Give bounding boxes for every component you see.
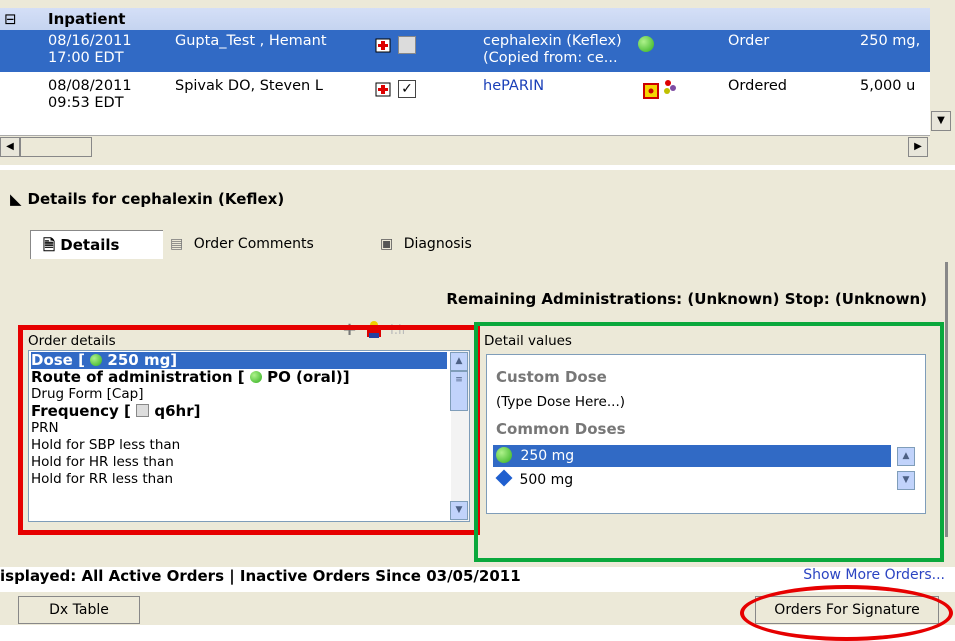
- alert-icons: [643, 78, 683, 100]
- red-highlight-ellipse: [740, 585, 953, 641]
- tab-label: Details: [60, 236, 120, 254]
- group-header-inpatient[interactable]: ⊟ Inpatient: [0, 8, 930, 30]
- medication-kit-icon: [374, 36, 394, 54]
- comments-icon: ▤: [170, 236, 184, 252]
- tab-label: Diagnosis: [403, 236, 472, 252]
- details-title: Details for cephalexin (Keflex): [27, 190, 285, 208]
- grid-vertical-scrollbar[interactable]: ▼: [930, 8, 952, 138]
- tab-label: Order Comments: [193, 236, 314, 252]
- order-row[interactable]: 08/08/2011 09:53 EDT Spivak DO, Steven L…: [0, 74, 930, 138]
- scroll-left-icon[interactable]: ◀: [0, 137, 20, 157]
- order-med: cephalexin (Keflex): [483, 33, 622, 49]
- medication-kit-icon: [374, 80, 394, 98]
- scroll-thumb[interactable]: [20, 137, 92, 157]
- orders-grid: ⊟ Inpatient 08/16/2011 17:00 EDT Gupta_T…: [0, 8, 930, 138]
- diagnosis-icon: ▣: [380, 236, 394, 252]
- order-med: hePARIN: [483, 78, 545, 94]
- details-header[interactable]: ◣ Details for cephalexin (Keflex): [10, 190, 284, 208]
- orders-grid-area: ⊟ Inpatient 08/16/2011 17:00 EDT Gupta_T…: [0, 0, 955, 165]
- details-tab-icon: 🗎: [43, 236, 56, 254]
- order-date: 08/08/2011: [48, 78, 132, 94]
- collapse-icon[interactable]: ⊟: [4, 10, 17, 28]
- checked-checkbox-icon[interactable]: ✓: [398, 80, 416, 98]
- remaining-administrations: Remaining Administrations: (Unknown) Sto…: [446, 290, 927, 308]
- order-row[interactable]: 08/16/2011 17:00 EDT Gupta_Test , Hemant…: [0, 30, 930, 72]
- dx-table-button[interactable]: Dx Table: [18, 596, 140, 624]
- details-tabs: 🗎 Details ▤ Order Comments ▣ Diagnosis: [0, 222, 955, 262]
- order-status: Ordered: [728, 78, 788, 94]
- tab-details[interactable]: 🗎 Details: [30, 230, 163, 259]
- order-date: 08/16/2011: [48, 33, 132, 49]
- tab-diagnosis[interactable]: ▣ Diagnosis: [372, 230, 520, 258]
- show-more-orders-link[interactable]: Show More Orders...: [803, 567, 945, 583]
- order-status: Order: [728, 33, 770, 49]
- order-patient: Spivak DO, Steven L: [175, 78, 323, 94]
- order-dose: 250 mg,: [860, 33, 921, 49]
- displayed-status: isplayed: All Active Orders | Inactive O…: [0, 567, 521, 585]
- green-highlight-box: [474, 322, 944, 562]
- checkbox[interactable]: [398, 36, 416, 54]
- grid-horizontal-scrollbar[interactable]: ◀ ▶: [0, 135, 930, 158]
- order-time: 17:00 EDT: [48, 50, 124, 66]
- group-label: Inpatient: [48, 10, 126, 28]
- scroll-down-icon[interactable]: ▼: [931, 111, 951, 131]
- order-patient: Gupta_Test , Hemant: [175, 33, 327, 49]
- green-dot-icon: [638, 36, 654, 52]
- order-dose: 5,000 u: [860, 78, 916, 94]
- collapse-triangle-icon[interactable]: ◣: [10, 190, 22, 208]
- scroll-right-icon[interactable]: ▶: [908, 137, 928, 157]
- order-med-sub: (Copied from: ce...: [483, 50, 618, 66]
- tab-order-comments[interactable]: ▤ Order Comments: [160, 230, 370, 258]
- order-time: 09:53 EDT: [48, 95, 124, 111]
- red-highlight-box: [18, 325, 480, 535]
